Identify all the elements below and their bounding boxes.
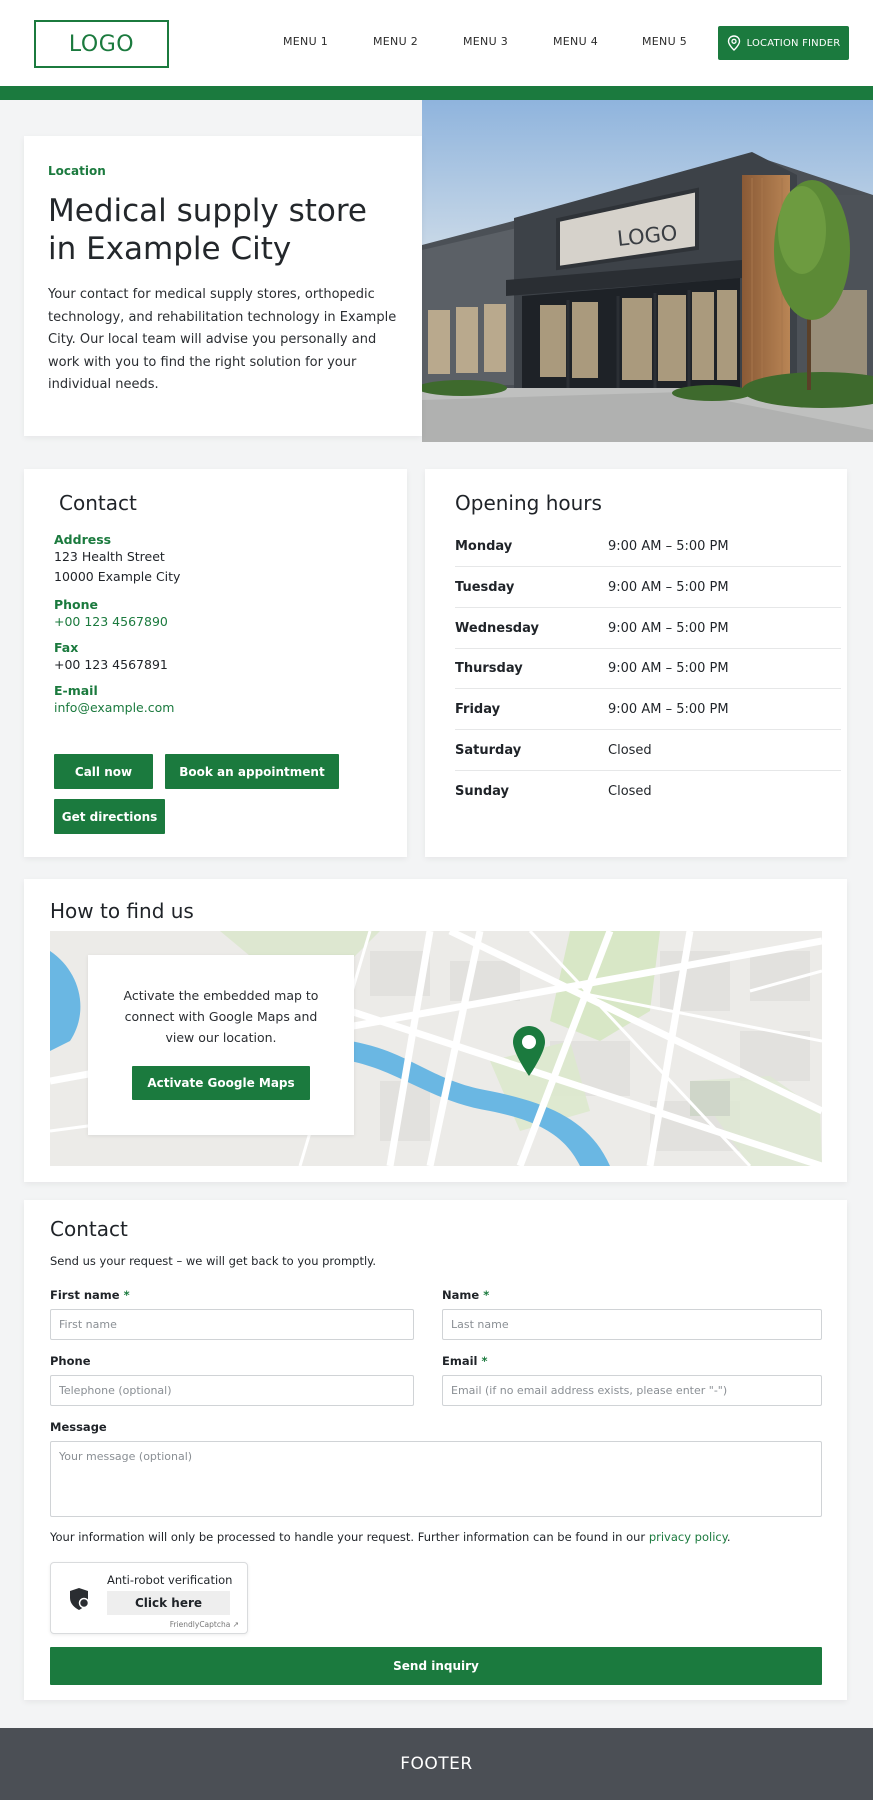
- hero-eyebrow: Location: [48, 164, 106, 178]
- hours-day: Sunday: [455, 783, 510, 799]
- privacy-notice: Your information will only be processed …: [50, 1530, 731, 1544]
- site-footer: FOOTER: [0, 1728, 873, 1800]
- nav-menu-2[interactable]: MENU 2: [373, 35, 418, 48]
- hours-row-saturday: Saturday Closed: [455, 731, 841, 771]
- shield-icon: [70, 1588, 90, 1610]
- contact-card-title: Contact: [59, 491, 137, 515]
- hours-day: Monday: [455, 539, 513, 554]
- address-line-1: 123 Health Street: [54, 549, 165, 564]
- hours-row-friday: Friday 9:00 AM – 5:00 PM: [455, 690, 841, 730]
- hours-time: 9:00 AM – 5:00 PM: [608, 539, 729, 554]
- hours-row-wednesday: Wednesday 9:00 AM – 5:00 PM: [455, 609, 841, 649]
- hours-time: 9:00 AM – 5:00 PM: [608, 702, 729, 717]
- contact-card: Contact Address 123 Health Street 10000 …: [24, 469, 407, 857]
- phone-link[interactable]: +00 123 4567890: [54, 612, 180, 632]
- required-mark: *: [483, 1288, 490, 1302]
- nav-menu-1[interactable]: MENU 1: [283, 35, 328, 48]
- footer-label: FOOTER: [400, 1754, 473, 1774]
- phone-field-label-text: Phone: [50, 1354, 91, 1368]
- header-accent-bar: [0, 86, 873, 100]
- hours-time: 9:00 AM – 5:00 PM: [608, 621, 729, 636]
- page-title: Medical supply store in Example City: [48, 193, 367, 267]
- hours-row-tuesday: Tuesday 9:00 AM – 5:00 PM: [455, 568, 841, 608]
- contact-details: Address 123 Health Street 10000 Example …: [54, 532, 180, 718]
- privacy-notice-text: Your information will only be processed …: [50, 1530, 646, 1544]
- hours-time: 9:00 AM – 5:00 PM: [608, 580, 729, 595]
- hours-time: Closed: [608, 783, 652, 799]
- email-input[interactable]: [442, 1375, 822, 1406]
- email-field-label: Email *: [442, 1354, 488, 1368]
- hours-row-monday: Monday 9:00 AM – 5:00 PM: [455, 527, 841, 567]
- last-name-label: Name *: [442, 1288, 489, 1302]
- last-name-label-text: Name: [442, 1288, 480, 1302]
- map-placeholder[interactable]: Activate the embedded map to connect wit…: [50, 931, 822, 1166]
- contact-form-subtitle: Send us your request – we will get back …: [50, 1254, 376, 1268]
- phone-input[interactable]: [50, 1375, 414, 1406]
- captcha-title: Anti-robot verification: [107, 1573, 233, 1587]
- map-marker-icon: [513, 1026, 545, 1076]
- last-name-input[interactable]: [442, 1309, 822, 1340]
- store-photo: LOGO: [422, 100, 873, 442]
- fax-label: Fax: [54, 640, 79, 655]
- email-link[interactable]: info@example.com: [54, 698, 180, 718]
- hours-day: Tuesday: [455, 580, 515, 595]
- message-field-label: Message: [50, 1420, 107, 1434]
- hours-row-thursday: Thursday 9:00 AM – 5:00 PM: [455, 649, 841, 689]
- map-consent-overlay: Activate the embedded map to connect wit…: [88, 955, 354, 1135]
- call-now-button[interactable]: Call now: [54, 754, 153, 789]
- hours-day: Friday: [455, 702, 501, 717]
- privacy-policy-link[interactable]: privacy policy: [649, 1530, 727, 1544]
- first-name-label: First name *: [50, 1288, 130, 1302]
- hours-day: Wednesday: [455, 621, 539, 636]
- hero-description: Your contact for medical supply stores, …: [48, 287, 397, 392]
- location-finder-label: LOCATION FINDER: [746, 37, 841, 49]
- location-finder-button[interactable]: LOCATION FINDER: [718, 26, 849, 60]
- hours-day: Saturday: [455, 743, 522, 758]
- send-inquiry-button[interactable]: Send inquiry: [50, 1647, 822, 1685]
- book-appointment-button[interactable]: Book an appointment: [165, 754, 339, 789]
- nav-menu-3[interactable]: MENU 3: [463, 35, 508, 48]
- required-mark: *: [123, 1288, 130, 1302]
- privacy-notice-end: .: [726, 1530, 731, 1544]
- hours-time: 9:00 AM – 5:00 PM: [608, 661, 729, 676]
- phone-field-label: Phone: [50, 1354, 91, 1368]
- address-line-2: 10000 Example City: [54, 569, 181, 584]
- hours-row-sunday: Sunday Closed: [455, 771, 841, 811]
- required-mark: *: [481, 1354, 488, 1368]
- get-directions-button[interactable]: Get directions: [54, 799, 165, 834]
- message-field-label-text: Message: [50, 1420, 107, 1434]
- opening-hours-title: Opening hours: [455, 491, 602, 515]
- site-header: LOGO MENU 1 MENU 2 MENU 3 MENU 4 MENU 5 …: [0, 0, 873, 86]
- hours-day: Thursday: [455, 661, 523, 676]
- hero-card: Location Medical supply store in Example…: [24, 136, 422, 436]
- map-consent-text: Activate the embedded map to connect wit…: [123, 988, 319, 1045]
- nav-menu-4[interactable]: MENU 4: [553, 35, 598, 48]
- nav-menu-5[interactable]: MENU 5: [642, 35, 687, 48]
- first-name-label-text: First name: [50, 1288, 120, 1302]
- map-pin-icon: [727, 35, 740, 51]
- opening-hours-card: Opening hours Monday 9:00 AM – 5:00 PM Tu…: [425, 469, 847, 857]
- first-name-input[interactable]: [50, 1309, 414, 1340]
- captcha-widget: Anti-robot verification Click here Frien…: [50, 1562, 248, 1634]
- fax-value: +00 123 4567891: [54, 657, 168, 672]
- email-field-label-text: Email: [442, 1354, 478, 1368]
- address-label: Address: [54, 532, 112, 547]
- captcha-brand[interactable]: FriendlyCaptcha ↗: [170, 1620, 239, 1629]
- contact-form-card: Contact Send us your request – we will g…: [24, 1200, 847, 1700]
- phone-label: Phone: [54, 597, 99, 612]
- find-us-card: How to find us Activate the embedded map…: [24, 879, 847, 1182]
- message-textarea[interactable]: [50, 1441, 822, 1517]
- captcha-click-button[interactable]: Click here: [107, 1591, 230, 1615]
- activate-google-maps-button[interactable]: Activate Google Maps: [132, 1066, 310, 1100]
- find-us-title: How to find us: [50, 899, 194, 923]
- email-label: E-mail: [54, 683, 98, 698]
- contact-form-title: Contact: [50, 1217, 128, 1241]
- hours-time: Closed: [608, 743, 652, 758]
